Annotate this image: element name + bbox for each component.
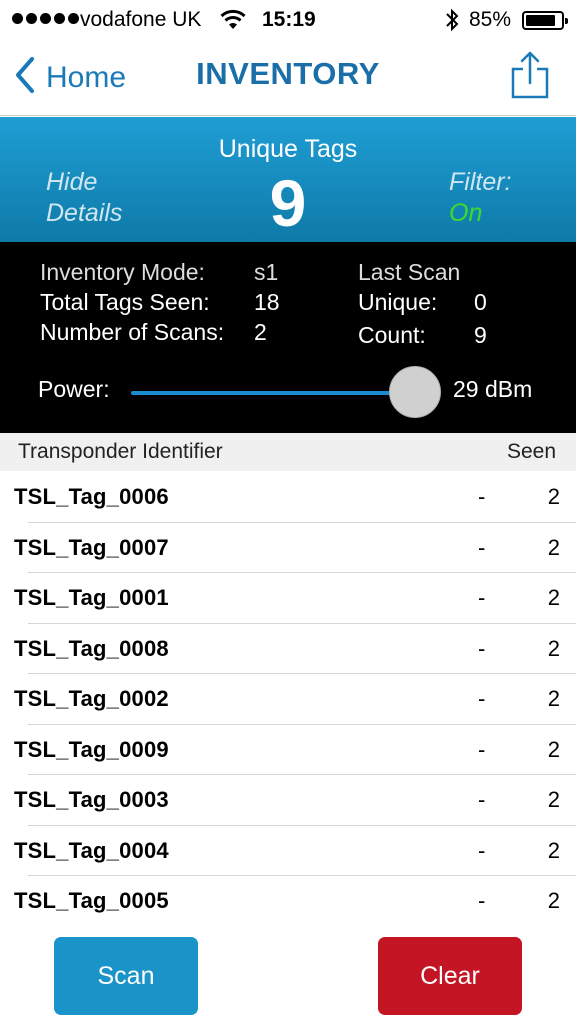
table-row[interactable]: TSL_Tag_0007 - 2	[0, 523, 576, 574]
clear-button[interactable]: Clear	[378, 937, 522, 1015]
power-slider-thumb[interactable]	[389, 366, 441, 418]
tag-identifier: TSL_Tag_0009	[14, 736, 169, 762]
table-row[interactable]: TSL_Tag_0009 - 2	[0, 725, 576, 776]
tag-seen-count: 2	[547, 787, 560, 812]
unique-value: 0	[474, 289, 487, 315]
table-row[interactable]: TSL_Tag_0006 - 2	[0, 472, 576, 523]
tag-seen-count: 2	[547, 635, 560, 661]
summary-header: Hide Details Unique Tags 9 Filter: On	[0, 117, 576, 242]
tag-last-scan: -	[478, 686, 486, 711]
last-scan-label: Last Scan	[358, 259, 461, 285]
battery-icon	[522, 11, 568, 30]
total-tags-value: 18	[254, 289, 280, 315]
filter-toggle[interactable]: Filter: On	[449, 167, 512, 229]
tag-identifier: TSL_Tag_0003	[14, 787, 169, 812]
table-row[interactable]: TSL_Tag_0003 - 2	[0, 775, 576, 826]
tag-identifier: TSL_Tag_0006	[14, 484, 169, 509]
table-row[interactable]: TSL_Tag_0001 - 2	[0, 573, 576, 624]
bluetooth-icon	[444, 8, 460, 37]
battery-percent: 85%	[469, 8, 512, 31]
tag-last-scan: -	[478, 585, 486, 610]
power-slider-track[interactable]	[131, 391, 409, 395]
signal-dots-icon	[12, 13, 79, 24]
tag-last-scan: -	[478, 534, 486, 560]
table-row[interactable]: TSL_Tag_0004 - 2	[0, 826, 576, 877]
clock: 15:19	[262, 8, 316, 31]
count-value: 9	[474, 322, 487, 348]
tag-last-scan: -	[478, 484, 486, 509]
page-title: INVENTORY	[196, 56, 380, 91]
tag-last-scan: -	[478, 736, 486, 762]
filter-value: On	[449, 199, 483, 227]
filter-label: Filter:	[449, 168, 512, 196]
tag-seen-count: 2	[547, 686, 560, 711]
count-label: Count:	[358, 322, 426, 348]
tag-identifier: TSL_Tag_0005	[14, 888, 169, 913]
nav-bar: Home INVENTORY	[0, 40, 576, 116]
tag-list: TSL_Tag_0006 - 2 TSL_Tag_0007 - 2 TSL_Ta…	[0, 472, 576, 927]
tag-identifier: TSL_Tag_0008	[14, 635, 169, 661]
unique-tags-label: Unique Tags	[218, 135, 358, 163]
share-icon	[510, 51, 550, 104]
tag-seen-count: 2	[547, 888, 560, 913]
tag-seen-count: 2	[547, 585, 560, 610]
unique-label: Unique:	[358, 289, 438, 315]
num-scans-label: Number of Scans:	[40, 319, 225, 345]
inventory-mode-value: s1	[254, 259, 279, 285]
tag-seen-count: 2	[547, 736, 560, 762]
tag-identifier: TSL_Tag_0004	[14, 837, 169, 863]
inventory-mode-label: Inventory Mode:	[40, 259, 205, 285]
power-value: 29 dBm	[453, 376, 533, 402]
tag-last-scan: -	[478, 837, 486, 863]
column-header-identifier: Transponder Identifier	[18, 440, 223, 463]
tag-last-scan: -	[478, 888, 486, 913]
total-tags-label: Total Tags Seen:	[40, 289, 210, 315]
tag-seen-count: 2	[547, 534, 560, 560]
power-label: Power:	[38, 376, 110, 402]
wifi-icon	[220, 9, 246, 36]
tag-last-scan: -	[478, 635, 486, 661]
num-scans-value: 2	[254, 319, 267, 345]
status-bar: vodafone UK 15:19 85%	[0, 0, 576, 40]
table-row[interactable]: TSL_Tag_0005 - 2	[0, 876, 576, 927]
tag-seen-count: 2	[547, 837, 560, 863]
tag-seen-count: 2	[547, 484, 560, 509]
column-header-seen: Seen	[506, 440, 556, 463]
table-row[interactable]: TSL_Tag_0002 - 2	[0, 674, 576, 725]
table-header: Transponder Identifier Seen	[0, 433, 576, 471]
table-row[interactable]: TSL_Tag_0008 - 2	[0, 624, 576, 675]
tag-identifier: TSL_Tag_0002	[14, 686, 169, 711]
tag-last-scan: -	[478, 787, 486, 812]
stats-panel: Inventory Mode: s1 Total Tags Seen: 18 N…	[0, 242, 576, 433]
tag-identifier: TSL_Tag_0001	[14, 585, 169, 610]
tag-identifier: TSL_Tag_0007	[14, 534, 169, 560]
scan-button[interactable]: Scan	[54, 937, 198, 1015]
carrier-name: vodafone UK	[80, 8, 202, 31]
share-button[interactable]	[510, 50, 550, 100]
